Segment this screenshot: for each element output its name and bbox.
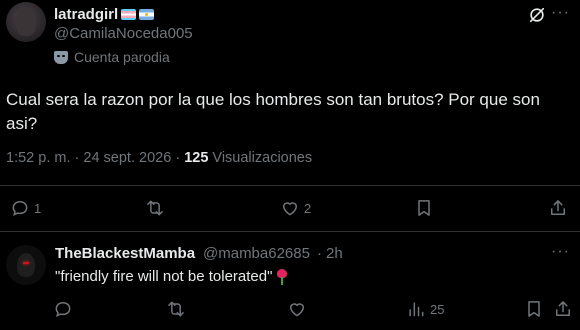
bookmark-icon	[528, 301, 540, 317]
divider	[0, 231, 580, 232]
avatar[interactable]	[6, 2, 46, 42]
reply-avatar[interactable]	[6, 245, 46, 285]
bookmark-icon	[418, 200, 430, 216]
reply-bookmark-button[interactable]	[524, 299, 544, 319]
post-text: Cual sera la razon por la que los hombre…	[6, 90, 540, 133]
share-icon	[556, 301, 570, 316]
repost-button[interactable]	[145, 198, 169, 218]
parody-badge: Cuenta parodia	[54, 49, 170, 65]
share-icon	[551, 200, 565, 215]
divider	[0, 185, 580, 186]
author-handle[interactable]: @CamilaNoceda005	[54, 25, 193, 42]
bookmark-button[interactable]	[414, 198, 434, 218]
parody-label: Cuenta parodia	[74, 49, 170, 65]
like-button[interactable]: 2	[280, 198, 311, 218]
post-metadata: 1:52 p. m. · 24 sept. 2026 · 125 Visuali…	[6, 150, 313, 166]
more-options-icon[interactable]: ···	[551, 4, 570, 22]
repost-icon	[168, 301, 184, 317]
reply-views-count: 25	[430, 301, 445, 317]
reply-time[interactable]: 2h	[326, 245, 343, 262]
comment-icon	[12, 200, 28, 217]
reply-repost-button[interactable]	[166, 299, 190, 319]
views-count: 125	[184, 150, 209, 166]
views-label: Visualizaciones	[212, 150, 313, 166]
grok-icon[interactable]	[528, 6, 546, 24]
reply-separator: ·	[317, 245, 322, 262]
reply-more-options-icon[interactable]: ···	[551, 243, 570, 261]
reply-text-row: "friendly fire will not be tolerated"	[55, 268, 288, 285]
parody-mask-icon	[54, 50, 68, 64]
author-name[interactable]: latradgirl	[54, 6, 155, 23]
rose-icon	[276, 268, 288, 285]
post-time[interactable]: 1:52 p. m.	[6, 150, 70, 166]
reply-share-button[interactable]	[553, 299, 573, 319]
post-date[interactable]: 24 sept. 2026	[83, 150, 171, 166]
author-display-name[interactable]: latradgirl	[54, 6, 118, 23]
reply-button[interactable]: 1	[10, 198, 41, 218]
argentina-flag-icon	[139, 9, 155, 20]
reply-author-handle[interactable]: @mamba62685	[203, 245, 310, 262]
comment-icon	[55, 301, 71, 318]
transgender-flag-icon	[121, 9, 137, 20]
reply-author-name[interactable]: TheBlackestMamba	[55, 245, 195, 262]
repost-icon	[147, 200, 163, 216]
reply-count: 1	[34, 200, 42, 216]
share-button[interactable]	[548, 198, 568, 218]
reply-reply-button[interactable]	[53, 299, 77, 319]
reply-text: "friendly fire will not be tolerated"	[55, 268, 273, 285]
analytics-icon	[409, 302, 424, 317]
like-count: 2	[304, 200, 312, 216]
heart-icon	[290, 303, 304, 317]
reply-like-button[interactable]	[287, 299, 311, 319]
reply-views-button[interactable]: 25	[406, 299, 444, 319]
heart-icon	[283, 202, 297, 216]
